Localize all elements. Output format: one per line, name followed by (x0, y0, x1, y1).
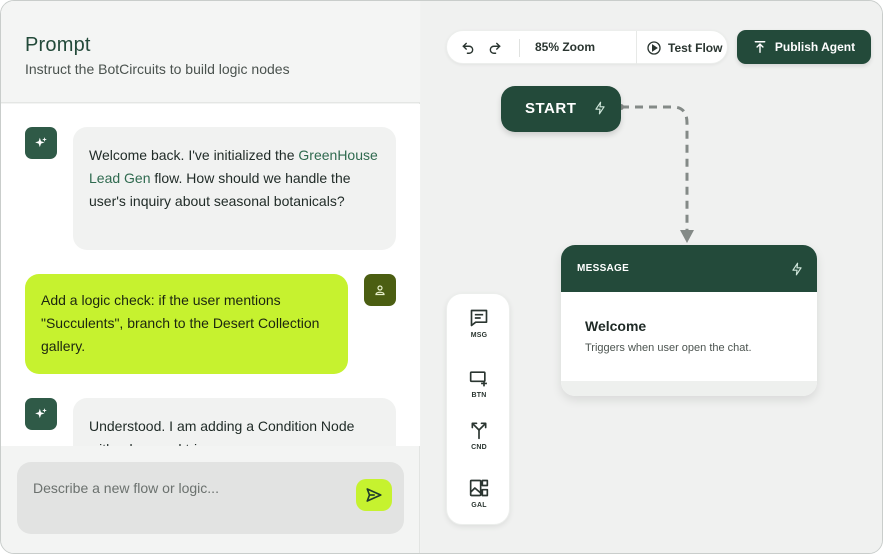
message-node[interactable]: MESSAGE Welcome Triggers when user open … (561, 245, 817, 396)
node-description: Triggers when user open the chat. (585, 342, 752, 354)
node-palette: MSG BTN CND GAL (446, 293, 510, 525)
bot-avatar (25, 398, 57, 430)
button-add-icon (469, 371, 487, 387)
page-title: Prompt (25, 34, 91, 56)
message-node-header: MESSAGE (561, 245, 817, 292)
palette-label: GAL (471, 502, 487, 509)
user-icon (375, 285, 385, 296)
prompt-input[interactable] (33, 476, 353, 500)
palette-item-gal[interactable]: GAL (447, 478, 511, 518)
toolbar-divider (519, 39, 520, 57)
palette-label: BTN (471, 392, 487, 399)
message-square-icon (470, 309, 488, 327)
palette-label: CND (471, 444, 487, 451)
publish-label: Publish Agent (774, 40, 856, 54)
play-icon (647, 41, 661, 55)
test-flow-button[interactable]: Test Flow (646, 31, 722, 65)
send-button[interactable] (356, 479, 392, 511)
upload-icon (754, 41, 766, 53)
flow-canvas[interactable]: 85% Zoom Test Flow Publish Agent START M… (421, 1, 882, 553)
user-message: Add a logic check: if the user mentions … (25, 274, 348, 374)
redo-icon (489, 42, 501, 54)
app-window: Prompt Instruct the BotCircuits to build… (0, 0, 883, 554)
palette-item-btn[interactable]: BTN (447, 368, 511, 408)
node-title: Welcome (585, 318, 647, 334)
start-node-label: START (525, 100, 577, 117)
user-avatar (364, 274, 396, 306)
undo-button[interactable] (460, 40, 476, 56)
page-subtitle: Instruct the BotCircuits to build logic … (25, 61, 290, 77)
start-node[interactable]: START (501, 86, 621, 132)
prompt-header: Prompt Instruct the BotCircuits to build… (1, 1, 420, 103)
palette-label: MSG (470, 332, 488, 339)
node-footer (561, 381, 817, 396)
canvas-toolbar: 85% Zoom Test Flow (446, 30, 728, 65)
sparkle-icon (35, 137, 47, 148)
palette-item-msg[interactable]: MSG (447, 308, 511, 348)
node-type-label: MESSAGE (577, 263, 630, 274)
prompt-panel: Prompt Instruct the BotCircuits to build… (1, 1, 420, 553)
zoom-level[interactable]: 85% Zoom (535, 40, 595, 54)
message-text: Welcome back. I've initialized the (89, 147, 299, 163)
sparkle-icon (35, 408, 47, 419)
bolt-icon (792, 262, 802, 276)
bot-message: Understood. I am adding a Condition Node… (73, 398, 396, 446)
branch-icon (471, 422, 487, 440)
bot-avatar (25, 127, 57, 159)
bolt-icon (595, 101, 605, 115)
publish-agent-button[interactable]: Publish Agent (737, 30, 871, 64)
palette-item-cnd[interactable]: CND (447, 420, 511, 460)
chat-thread[interactable]: Welcome back. I've initialized the Green… (1, 104, 420, 446)
undo-icon (462, 42, 474, 54)
message-text: Understood. I am adding a Condition Node… (89, 418, 355, 446)
gallery-icon (469, 479, 489, 497)
bot-message: Welcome back. I've initialized the Green… (73, 127, 396, 250)
redo-button[interactable] (487, 40, 503, 56)
send-icon (366, 488, 382, 502)
composer (17, 462, 404, 534)
toolbar-divider (636, 31, 637, 65)
test-flow-label: Test Flow (668, 41, 723, 55)
message-text: Add a logic check: if the user mentions … (41, 292, 320, 354)
